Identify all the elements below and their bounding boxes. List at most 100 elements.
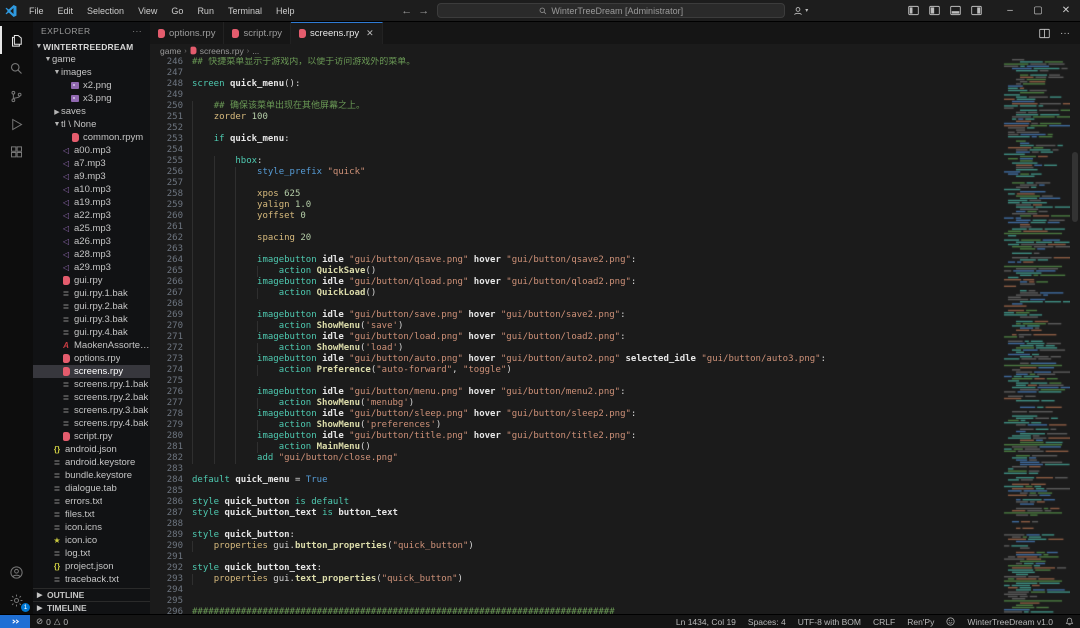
code-editor[interactable]: 246## 快捷菜单显示于游戏内，以便于访问游戏外的菜单。247248scree… bbox=[150, 57, 1002, 614]
tree-file-screens-rpy-1-bak[interactable]: ≣screens.rpy.1.bak bbox=[33, 378, 150, 391]
code-line-263[interactable]: 263 bbox=[150, 244, 1002, 255]
problems-indicator[interactable]: ⊘ 0 △ 0 bbox=[30, 615, 74, 628]
tree-file-android-keystore[interactable]: ≣android.keystore bbox=[33, 456, 150, 469]
code-line-282[interactable]: 282 add "gui/button/close.png" bbox=[150, 453, 1002, 464]
tree-root[interactable]: ▼ WINTERTREEDREAM bbox=[33, 40, 150, 53]
code-line-272[interactable]: 272 action ShowMenu('load') bbox=[150, 343, 1002, 354]
tree-file-gui-rpy[interactable]: gui.rpy bbox=[33, 274, 150, 287]
code-line-266[interactable]: 266 imagebutton idle "gui/button/qload.p… bbox=[150, 277, 1002, 288]
settings-gear-icon[interactable]: 1 bbox=[0, 586, 33, 614]
status-wintertreedream-v1-0[interactable]: WinterTreeDream v1.0 bbox=[961, 615, 1059, 628]
menu-run[interactable]: Run bbox=[190, 0, 221, 21]
notifications-bell-icon[interactable] bbox=[1059, 615, 1080, 628]
tree-file-a28-mp3[interactable]: ◁︎a28.mp3 bbox=[33, 248, 150, 261]
code-line-276[interactable]: 276 imagebutton idle "gui/button/menu.pn… bbox=[150, 387, 1002, 398]
code-line-251[interactable]: 251 zorder 100 bbox=[150, 112, 1002, 123]
go-back-icon[interactable]: ← bbox=[401, 5, 412, 17]
code-line-270[interactable]: 270 action ShowMenu('save') bbox=[150, 321, 1002, 332]
code-line-257[interactable]: 257 bbox=[150, 178, 1002, 189]
code-line-260[interactable]: 260 yoffset 0 bbox=[150, 211, 1002, 222]
tree-file-a25-mp3[interactable]: ◁︎a25.mp3 bbox=[33, 222, 150, 235]
menu-view[interactable]: View bbox=[131, 0, 164, 21]
tree-file-android-json[interactable]: {}android.json bbox=[33, 443, 150, 456]
code-line-285[interactable]: 285 bbox=[150, 486, 1002, 497]
minimap[interactable] bbox=[1002, 57, 1070, 614]
tree-file-traceback-txt[interactable]: ≣traceback.txt bbox=[33, 573, 150, 586]
account-menu[interactable]: ▾ bbox=[793, 6, 808, 16]
breadcrumb-item[interactable]: game bbox=[160, 46, 181, 56]
tree-file-gui-rpy-1-bak[interactable]: ≣gui.rpy.1.bak bbox=[33, 287, 150, 300]
tree-folder-images[interactable]: ▼images bbox=[33, 66, 150, 79]
breadcrumb[interactable]: game›screens.rpy›... bbox=[150, 44, 1080, 57]
code-line-284[interactable]: 284default quick_menu = True bbox=[150, 475, 1002, 486]
code-line-271[interactable]: 271 imagebutton idle "gui/button/load.pn… bbox=[150, 332, 1002, 343]
code-line-256[interactable]: 256 style_prefix "quick" bbox=[150, 167, 1002, 178]
tree-file-gui-rpy-3-bak[interactable]: ≣gui.rpy.3.bak bbox=[33, 313, 150, 326]
split-editor-icon[interactable] bbox=[1039, 28, 1050, 39]
menu-help[interactable]: Help bbox=[269, 0, 302, 21]
minimize-button[interactable]: – bbox=[996, 0, 1024, 22]
code-line-281[interactable]: 281 action MainMenu() bbox=[150, 442, 1002, 453]
code-line-265[interactable]: 265 action QuickSave() bbox=[150, 266, 1002, 277]
tree-file-icon-icns[interactable]: ≣icon.icns bbox=[33, 521, 150, 534]
code-line-292[interactable]: 292style quick_button_text: bbox=[150, 563, 1002, 574]
code-line-286[interactable]: 286style quick_button is default bbox=[150, 497, 1002, 508]
code-line-274[interactable]: 274 action Preference("auto-forward", "t… bbox=[150, 365, 1002, 376]
tree-file-gui-rpy-4-bak[interactable]: ≣gui.rpy.4.bak bbox=[33, 326, 150, 339]
code-line-291[interactable]: 291 bbox=[150, 552, 1002, 563]
code-line-283[interactable]: 283 bbox=[150, 464, 1002, 475]
status-ren-py[interactable]: Ren'Py bbox=[901, 615, 940, 628]
code-line-296[interactable]: 296#####################################… bbox=[150, 607, 1002, 614]
code-line-277[interactable]: 277 action ShowMenu('menubg') bbox=[150, 398, 1002, 409]
code-line-278[interactable]: 278 imagebutton idle "gui/button/sleep.p… bbox=[150, 409, 1002, 420]
tree-file-gui-rpy-2-bak[interactable]: ≣gui.rpy.2.bak bbox=[33, 300, 150, 313]
tree-file-a22-mp3[interactable]: ◁︎a22.mp3 bbox=[33, 209, 150, 222]
close-tab-icon[interactable]: ✕ bbox=[366, 28, 374, 39]
tree-file-common-rpym[interactable]: common.rpym bbox=[33, 131, 150, 144]
code-line-287[interactable]: 287style quick_button_text is button_tex… bbox=[150, 508, 1002, 519]
code-line-267[interactable]: 267 action QuickLoad() bbox=[150, 288, 1002, 299]
code-line-261[interactable]: 261 bbox=[150, 222, 1002, 233]
customize-layout-icon[interactable] bbox=[908, 5, 919, 16]
code-line-294[interactable]: 294 bbox=[150, 585, 1002, 596]
code-line-252[interactable]: 252 bbox=[150, 123, 1002, 134]
toggle-secondary-sidebar-icon[interactable] bbox=[971, 5, 982, 16]
tree-file-log-txt[interactable]: ≣log.txt bbox=[33, 547, 150, 560]
explorer-icon[interactable] bbox=[0, 26, 33, 54]
code-line-262[interactable]: 262 spacing 20 bbox=[150, 233, 1002, 244]
code-line-249[interactable]: 249 bbox=[150, 90, 1002, 101]
close-button[interactable]: ✕ bbox=[1052, 0, 1080, 22]
status-crlf[interactable]: CRLF bbox=[867, 615, 901, 628]
toggle-panel-icon[interactable] bbox=[950, 5, 961, 16]
tree-file-a7-mp3[interactable]: ◁︎a7.mp3 bbox=[33, 157, 150, 170]
code-line-247[interactable]: 247 bbox=[150, 68, 1002, 79]
feedback-smiley-icon[interactable] bbox=[940, 615, 961, 628]
code-line-255[interactable]: 255 hbox: bbox=[150, 156, 1002, 167]
tree-file-screens-rpy-4-bak[interactable]: ≣screens.rpy.4.bak bbox=[33, 417, 150, 430]
tree-file-options-rpy[interactable]: options.rpy bbox=[33, 352, 150, 365]
code-line-289[interactable]: 289style quick_button: bbox=[150, 530, 1002, 541]
tab-screens-rpy[interactable]: screens.rpy✕ bbox=[291, 22, 383, 44]
code-line-258[interactable]: 258 xpos 625 bbox=[150, 189, 1002, 200]
code-line-290[interactable]: 290 properties gui.button_properties("qu… bbox=[150, 541, 1002, 552]
code-line-269[interactable]: 269 imagebutton idle "gui/button/save.pn… bbox=[150, 310, 1002, 321]
status-spaces-4[interactable]: Spaces: 4 bbox=[742, 615, 792, 628]
tree-file-a10-mp3[interactable]: ◁︎a10.mp3 bbox=[33, 183, 150, 196]
editor-scrollbar[interactable] bbox=[1070, 57, 1080, 614]
tree-file-errors-txt[interactable]: ≣errors.txt bbox=[33, 495, 150, 508]
account-view-icon[interactable] bbox=[0, 558, 33, 586]
status-ln-1434-col-19[interactable]: Ln 1434, Col 19 bbox=[670, 615, 742, 628]
breadcrumb-item[interactable]: ... bbox=[252, 46, 259, 56]
tree-file-screens-rpy-2-bak[interactable]: ≣screens.rpy.2.bak bbox=[33, 391, 150, 404]
tree-folder-tl-none[interactable]: ▼tl \ None bbox=[33, 118, 150, 131]
tree-file-screens-rpy[interactable]: screens.rpy bbox=[33, 365, 150, 378]
tree-file-screens-rpy-3-bak[interactable]: ≣screens.rpy.3.bak bbox=[33, 404, 150, 417]
toggle-primary-sidebar-icon[interactable] bbox=[929, 5, 940, 16]
tree-file-project-json[interactable]: {}project.json bbox=[33, 560, 150, 573]
tree-file-files-txt[interactable]: ≣files.txt bbox=[33, 508, 150, 521]
code-line-295[interactable]: 295 bbox=[150, 596, 1002, 607]
tree-folder-game[interactable]: ▼game bbox=[33, 53, 150, 66]
tab-script-rpy[interactable]: script.rpy bbox=[224, 22, 291, 44]
tree-file-script-rpy[interactable]: script.rpy bbox=[33, 430, 150, 443]
tree-file-a26-mp3[interactable]: ◁︎a26.mp3 bbox=[33, 235, 150, 248]
